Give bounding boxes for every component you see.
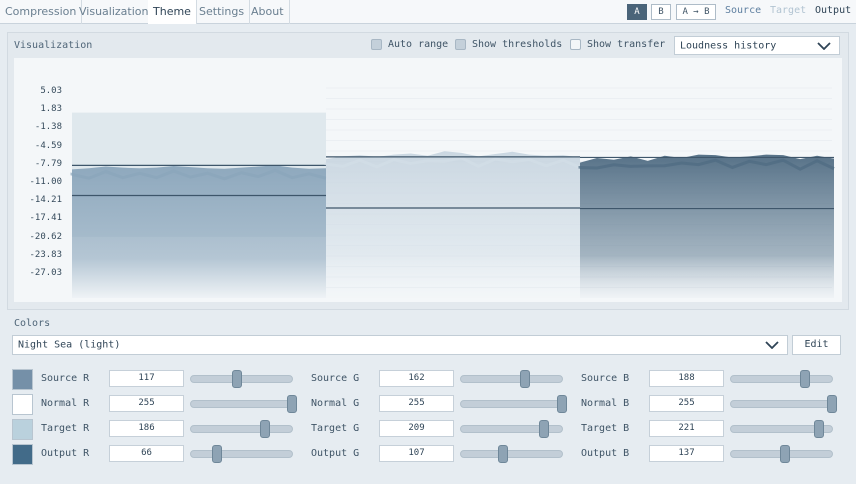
channel-value-field[interactable]: 221 bbox=[649, 420, 724, 437]
channel-slider[interactable] bbox=[730, 370, 833, 388]
y-tick-label: 1.83 bbox=[40, 104, 62, 115]
tab-theme[interactable]: Theme bbox=[148, 0, 197, 24]
color-swatch[interactable] bbox=[12, 369, 33, 390]
auto-range-checkbox[interactable] bbox=[371, 39, 382, 50]
slider-thumb[interactable] bbox=[827, 395, 837, 413]
channel-value-field[interactable]: 255 bbox=[109, 395, 184, 412]
loudness-plot bbox=[14, 58, 842, 302]
channel-slider[interactable] bbox=[460, 395, 567, 413]
series-3-area bbox=[580, 154, 834, 298]
channel-slider[interactable] bbox=[460, 445, 563, 463]
edit-theme-button[interactable]: Edit bbox=[792, 335, 841, 355]
color-swatch[interactable] bbox=[12, 394, 33, 415]
series-2-area bbox=[326, 151, 580, 298]
color-swatch[interactable] bbox=[12, 444, 33, 465]
channel-value-field[interactable]: 107 bbox=[379, 445, 454, 462]
channel-label: Normal G bbox=[311, 398, 360, 409]
chevron-down-icon bbox=[765, 341, 779, 349]
y-tick-label: -20.62 bbox=[29, 231, 62, 242]
channel-label: Output G bbox=[311, 448, 360, 459]
y-tick-label: -14.21 bbox=[29, 195, 62, 206]
slider-thumb[interactable] bbox=[232, 370, 243, 388]
source-mode[interactable]: Source bbox=[725, 5, 761, 16]
channel-slider[interactable] bbox=[730, 395, 837, 413]
channel-slider[interactable] bbox=[460, 370, 563, 388]
series-1-area bbox=[72, 165, 326, 298]
slider-thumb[interactable] bbox=[538, 420, 549, 438]
loudness-chart bbox=[70, 87, 835, 298]
slider-thumb[interactable] bbox=[520, 370, 531, 388]
auto-range-label: Auto range bbox=[388, 39, 449, 50]
slider-thumb[interactable] bbox=[813, 420, 824, 438]
show-thresholds-checkbox[interactable] bbox=[455, 39, 466, 50]
target-mode[interactable]: Target bbox=[770, 5, 806, 16]
slider-thumb[interactable] bbox=[498, 445, 509, 463]
channel-label: Normal B bbox=[581, 398, 630, 409]
channel-value-field[interactable]: 188 bbox=[649, 370, 724, 387]
channel-value-field[interactable]: 162 bbox=[379, 370, 454, 387]
channel-label: Target R bbox=[41, 423, 90, 434]
slider-thumb[interactable] bbox=[800, 370, 811, 388]
channel-label: Normal R bbox=[41, 398, 90, 409]
show-thresholds-label: Show thresholds bbox=[472, 39, 563, 50]
channel-slider[interactable] bbox=[460, 420, 563, 438]
channel-slider[interactable] bbox=[190, 395, 297, 413]
visualization-title: Visualization bbox=[14, 40, 93, 51]
slider-thumb[interactable] bbox=[557, 395, 567, 413]
channel-slider[interactable] bbox=[190, 370, 293, 388]
y-tick-label: -7.79 bbox=[34, 158, 62, 169]
theme-preset-select[interactable]: Night Sea (light) bbox=[12, 335, 788, 355]
channel-value-field[interactable]: 66 bbox=[109, 445, 184, 462]
channel-slider[interactable] bbox=[190, 420, 293, 438]
slider-thumb[interactable] bbox=[780, 445, 791, 463]
show-transfer-checkbox[interactable] bbox=[570, 39, 581, 50]
channel-value-field[interactable]: 186 bbox=[109, 420, 184, 437]
slider-thumb[interactable] bbox=[287, 395, 297, 413]
color-swatch[interactable] bbox=[12, 419, 33, 440]
tab-about[interactable]: About bbox=[246, 0, 290, 24]
channel-label: Target B bbox=[581, 423, 630, 434]
channel-label: Output B bbox=[581, 448, 630, 459]
slider-thumb[interactable] bbox=[212, 445, 223, 463]
channel-label: Source R bbox=[41, 373, 90, 384]
tab-visualization[interactable]: Visualization bbox=[74, 0, 155, 24]
y-tick-label: -1.38 bbox=[34, 122, 62, 133]
tab-compression[interactable]: Compression bbox=[0, 0, 83, 24]
top-tab-bar: Compression Visualization Theme Settings… bbox=[0, 0, 856, 24]
theme-preset-value: Night Sea (light) bbox=[18, 339, 121, 351]
y-tick-label: -27.03 bbox=[29, 268, 62, 278]
view-select[interactable]: Loudness history bbox=[674, 36, 840, 55]
tab-settings[interactable]: Settings bbox=[194, 0, 251, 24]
slider-thumb[interactable] bbox=[259, 420, 270, 438]
channel-value-field[interactable]: 117 bbox=[109, 370, 184, 387]
channel-label: Output R bbox=[41, 448, 90, 459]
y-tick-label: -23.83 bbox=[29, 249, 62, 260]
channel-slider[interactable] bbox=[730, 420, 833, 438]
output-mode[interactable]: Output bbox=[815, 5, 851, 16]
channel-value-field[interactable]: 209 bbox=[379, 420, 454, 437]
channel-value-field[interactable]: 137 bbox=[649, 445, 724, 462]
channel-label: Source G bbox=[311, 373, 360, 384]
y-tick-label: 5.03 bbox=[40, 86, 62, 96]
b-button[interactable]: B bbox=[651, 4, 671, 20]
a-button[interactable]: A bbox=[627, 4, 647, 20]
channel-slider[interactable] bbox=[730, 445, 833, 463]
chevron-down-icon bbox=[817, 41, 831, 50]
y-tick-label: -4.59 bbox=[34, 140, 62, 151]
channel-label: Source B bbox=[581, 373, 630, 384]
view-select-value: Loudness history bbox=[680, 40, 777, 51]
channel-slider[interactable] bbox=[190, 445, 293, 463]
show-transfer-label: Show transfer bbox=[587, 39, 666, 50]
channel-label: Target G bbox=[311, 423, 360, 434]
y-tick-label: -11.00 bbox=[29, 177, 62, 187]
colors-title: Colors bbox=[14, 318, 51, 329]
a-to-b-button[interactable]: A → B bbox=[676, 4, 716, 20]
channel-value-field[interactable]: 255 bbox=[379, 395, 454, 412]
channel-value-field[interactable]: 255 bbox=[649, 395, 724, 412]
y-tick-label: -17.41 bbox=[29, 213, 62, 224]
